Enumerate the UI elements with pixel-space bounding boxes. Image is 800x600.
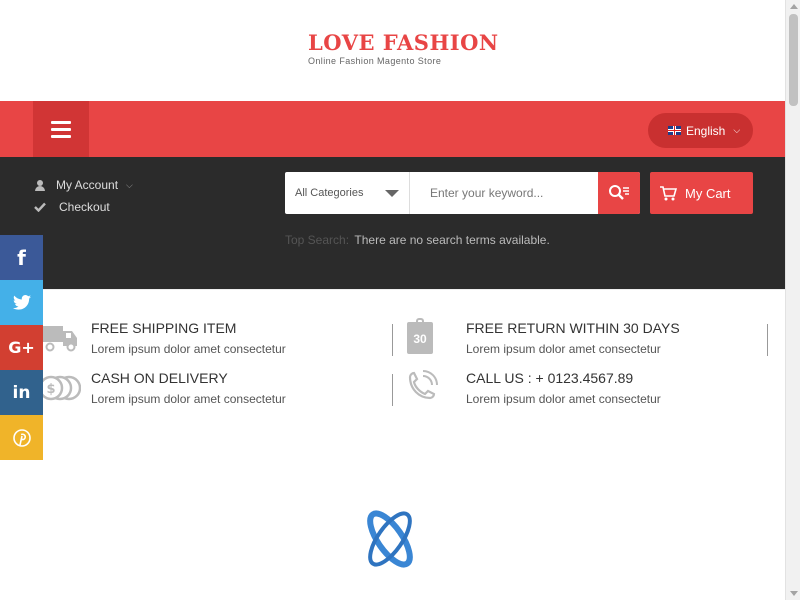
linkedin-share-button[interactable]: in: [0, 370, 43, 415]
header-toolbar: My Account ⌵ Checkout All Categories Ent…: [0, 157, 785, 289]
my-account-label: My Account: [56, 178, 119, 192]
svg-text:$: $: [46, 382, 55, 397]
hamburger-icon: [51, 120, 71, 124]
logo-subtitle: Online Fashion Magento Store: [308, 56, 442, 66]
calendar-number: 30: [413, 332, 427, 346]
feature-divider: [392, 374, 393, 406]
linkedin-icon: in: [12, 382, 31, 403]
search-button[interactable]: [598, 172, 640, 214]
my-account-link[interactable]: My Account ⌵: [33, 174, 133, 196]
scrollbar-thumb[interactable]: [789, 14, 798, 106]
page-scrollbar[interactable]: [785, 0, 800, 600]
feature-divider: [392, 324, 393, 356]
features-section: FREE SHIPPING ITEM Lorem ipsum dolor ame…: [0, 289, 785, 419]
twitter-icon: [12, 295, 31, 310]
feature-title: FREE RETURN WITHIN 30 DAYS: [466, 320, 680, 336]
feature-divider: [767, 324, 768, 356]
page: LOVE FASHION Online Fashion Magento Stor…: [0, 0, 785, 600]
feature-desc: Lorem ipsum dolor amet consectetur: [466, 392, 661, 406]
language-switcher[interactable]: English ⌵: [648, 113, 753, 148]
feature-cash-on-delivery: $ CASH ON DELIVERY Lorem ipsum dolor ame…: [41, 370, 371, 410]
social-share-bar: f G+ in: [0, 235, 43, 460]
uk-flag-icon: [668, 126, 681, 135]
search-input[interactable]: [410, 172, 598, 214]
user-icon: [33, 179, 47, 191]
feature-title: CALL US : + 0123.4567.89: [466, 370, 634, 386]
check-icon: [33, 202, 47, 212]
dropdown-arrow-icon: [385, 190, 399, 197]
top-search-empty: There are no search terms available.: [354, 233, 550, 247]
feature-desc: Lorem ipsum dolor amet consectetur: [91, 342, 286, 356]
feature-desc: Lorem ipsum dolor amet consectetur: [466, 342, 661, 356]
hamburger-menu-button[interactable]: [33, 101, 89, 157]
logo-area: LOVE FASHION Online Fashion Magento Stor…: [0, 0, 785, 101]
scroll-up-icon[interactable]: [790, 4, 798, 9]
calendar-30-icon: 30: [406, 318, 446, 356]
pinterest-icon: [12, 428, 31, 447]
cart-button[interactable]: My Cart: [650, 172, 753, 214]
truck-icon: [43, 326, 77, 352]
phone-icon: [408, 370, 438, 400]
feature-title: FREE SHIPPING ITEM: [91, 320, 237, 336]
chevron-down-icon: ⌵: [126, 179, 133, 190]
feature-title: CASH ON DELIVERY: [91, 370, 228, 386]
search-icon: [609, 185, 629, 200]
twitter-share-button[interactable]: [0, 280, 43, 325]
google-plus-share-button[interactable]: G+: [0, 325, 43, 370]
site-logo[interactable]: LOVE FASHION Online Fashion Magento Stor…: [308, 30, 499, 66]
search-bar: All Categories: [285, 172, 640, 214]
top-search: Top Search: There are no search terms av…: [285, 233, 550, 247]
scroll-down-icon[interactable]: [790, 591, 798, 596]
feature-free-shipping: FREE SHIPPING ITEM Lorem ipsum dolor ame…: [41, 320, 371, 360]
category-select[interactable]: All Categories: [285, 172, 410, 214]
google-plus-icon: G+: [8, 338, 35, 357]
account-links: My Account ⌵ Checkout: [33, 174, 133, 218]
chevron-down-icon: ⌵: [733, 125, 741, 135]
category-select-value: All Categories: [295, 187, 364, 199]
brand-logo-icon: [367, 510, 413, 568]
feature-free-return: 30 FREE RETURN WITHIN 30 DAYS Lorem ipsu…: [406, 318, 736, 360]
logo-title: LOVE FASHION: [308, 30, 499, 55]
facebook-share-button[interactable]: f: [0, 235, 43, 280]
feature-call-us: CALL US : + 0123.4567.89 Lorem ipsum dol…: [406, 370, 736, 410]
pinterest-share-button[interactable]: [0, 415, 43, 460]
cart-label: My Cart: [685, 185, 731, 201]
checkout-link[interactable]: Checkout: [33, 196, 133, 218]
facebook-icon: f: [17, 245, 26, 270]
top-search-label: Top Search:: [285, 233, 350, 247]
cart-icon: [660, 185, 677, 200]
checkout-label: Checkout: [59, 200, 110, 214]
coins-icon: $: [41, 375, 81, 401]
language-label: English: [686, 123, 726, 138]
feature-desc: Lorem ipsum dolor amet consectetur: [91, 392, 286, 406]
main-nav-bar: English ⌵: [0, 101, 785, 157]
